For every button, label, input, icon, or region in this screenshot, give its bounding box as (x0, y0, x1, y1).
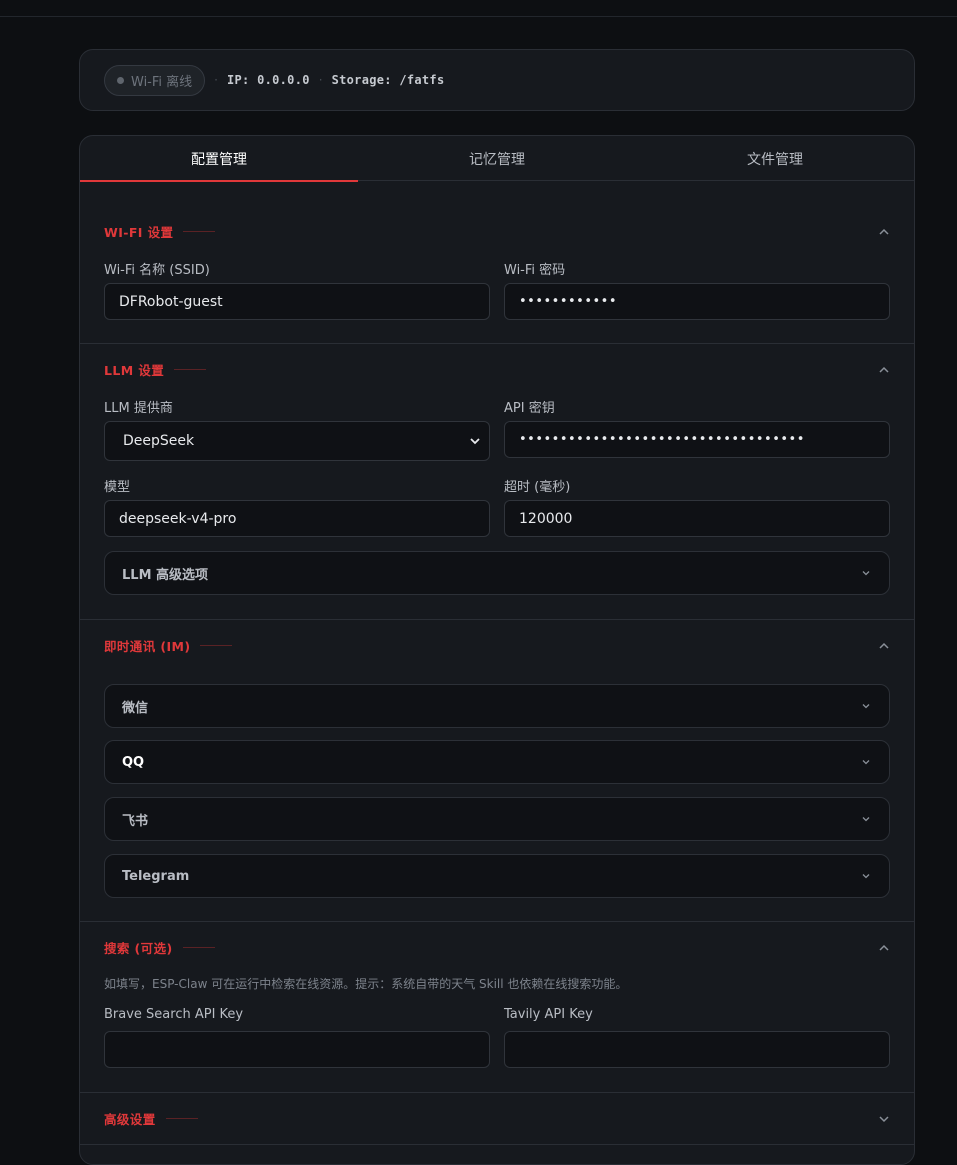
llm-provider-select[interactable]: DeepSeek (104, 421, 490, 461)
chevron-down-icon (862, 874, 870, 879)
wifi-password-value: •••••••••••• (519, 294, 618, 309)
api-key-label: API 密钥 (504, 401, 555, 416)
tab-memory[interactable]: 记忆管理 (358, 136, 636, 181)
im-accordion-qq[interactable]: QQ (104, 740, 890, 784)
im-item-label: 飞书 (122, 813, 149, 829)
wifi-section-header[interactable]: WI-FI 设置 (104, 222, 216, 240)
wifi-password-label: Wi-Fi 密码 (504, 263, 566, 278)
section-title-line (182, 946, 215, 948)
llm-section-header[interactable]: LLM 设置 (104, 360, 207, 378)
chevron-down-icon (862, 760, 870, 765)
im-accordion-wechat[interactable]: 微信 (104, 684, 890, 728)
ssid-label: Wi-Fi 名称 (SSID) (104, 263, 210, 278)
advanced-section: 高级设置 (80, 1093, 914, 1145)
section-title-line (183, 230, 216, 232)
chevron-down-icon[interactable] (878, 1113, 890, 1125)
status-separator: · (318, 73, 323, 87)
llm-provider-value: DeepSeek (123, 433, 195, 449)
advanced-section-title: 高级设置 (104, 1111, 156, 1127)
wifi-status-dot-icon (117, 76, 124, 84)
brave-key-label: Brave Search API Key (104, 1007, 244, 1022)
wifi-status-label: Wi-Fi 离线 (131, 74, 193, 90)
tavily-key-input[interactable] (504, 1031, 890, 1068)
chevron-down-icon (862, 704, 870, 709)
model-value: deepseek-v4-pro (119, 510, 237, 527)
api-key-value: ••••••••••••••••••••••••••••••••••• (519, 432, 805, 447)
advanced-section-header[interactable]: 高级设置 (104, 1109, 198, 1127)
status-separator: · (214, 73, 218, 87)
ip-readout: IP: 0.0.0.0 (226, 73, 310, 87)
timeout-label: 超时 (毫秒) (504, 480, 571, 495)
search-hint: 如填写，ESP-Claw 可在运行中检索在线资源。提示：系统自带的天气 Skil… (104, 977, 628, 991)
wifi-password-input[interactable]: •••••••••••• (504, 283, 890, 320)
wifi-section-title: WI-FI 设置 (104, 224, 174, 240)
chevron-up-icon[interactable] (878, 942, 890, 954)
section-title-line (200, 644, 233, 646)
search-section-title: 搜索 (可选) (104, 940, 173, 956)
brave-key-input[interactable] (104, 1031, 490, 1068)
ssid-input[interactable]: DFRobot-guest (104, 283, 490, 320)
im-accordion-telegram[interactable]: Telegram (104, 854, 890, 898)
config-card: 配置管理 记忆管理 文件管理 WI-FI 设置 Wi-Fi 名称 (SSID) … (79, 135, 915, 1165)
tab-config[interactable]: 配置管理 (80, 136, 358, 182)
chevron-up-icon[interactable] (878, 364, 890, 376)
top-divider (0, 16, 957, 17)
chevron-down-icon (862, 817, 870, 822)
timeout-input[interactable]: 120000 (504, 500, 890, 537)
llm-advanced-label: LLM 高级选项 (122, 567, 209, 583)
status-bar: Wi-Fi 离线 · IP: 0.0.0.0 · Storage: /fatfs (79, 49, 915, 111)
chevron-up-icon[interactable] (878, 640, 890, 652)
tavily-key-label: Tavily API Key (504, 1007, 593, 1022)
im-item-label: Telegram (122, 868, 190, 884)
wifi-section: WI-FI 设置 Wi-Fi 名称 (SSID) DFRobot-guest W… (80, 182, 914, 344)
tab-files[interactable]: 文件管理 (636, 136, 914, 181)
im-item-label: QQ (122, 754, 145, 770)
llm-section: LLM 设置 LLM 提供商 DeepSeek API 密钥 •••••••••… (80, 344, 914, 620)
llm-advanced-accordion[interactable]: LLM 高级选项 (104, 551, 890, 595)
llm-provider-label: LLM 提供商 (104, 401, 173, 416)
storage-readout: Storage: /fatfs (331, 73, 445, 87)
im-section-header[interactable]: 即时通讯 (IM) (104, 636, 233, 654)
im-accordion-feishu[interactable]: 飞书 (104, 797, 890, 841)
im-section-title: 即时通讯 (IM) (104, 638, 191, 654)
im-item-label: 微信 (122, 700, 149, 716)
chevron-up-icon[interactable] (878, 226, 890, 238)
timeout-value: 120000 (519, 510, 573, 527)
model-label: 模型 (104, 480, 131, 495)
api-key-input[interactable]: ••••••••••••••••••••••••••••••••••• (504, 421, 890, 458)
search-section-header[interactable]: 搜索 (可选) (104, 938, 215, 956)
chevron-down-icon (470, 438, 480, 445)
model-input[interactable]: deepseek-v4-pro (104, 500, 490, 537)
llm-section-title: LLM 设置 (104, 362, 165, 378)
section-title-line (165, 1117, 198, 1119)
chevron-down-icon (862, 571, 870, 576)
im-section: 即时通讯 (IM) 微信 QQ 飞书 Telegram (80, 620, 914, 922)
wifi-status-badge: Wi-Fi 离线 (104, 64, 206, 96)
tab-bar: 配置管理 记忆管理 文件管理 (80, 136, 914, 182)
search-section: 搜索 (可选) 如填写，ESP-Claw 可在运行中检索在线资源。提示：系统自带… (80, 922, 914, 1093)
section-title-line (174, 368, 207, 370)
ssid-value: DFRobot-guest (119, 293, 223, 310)
